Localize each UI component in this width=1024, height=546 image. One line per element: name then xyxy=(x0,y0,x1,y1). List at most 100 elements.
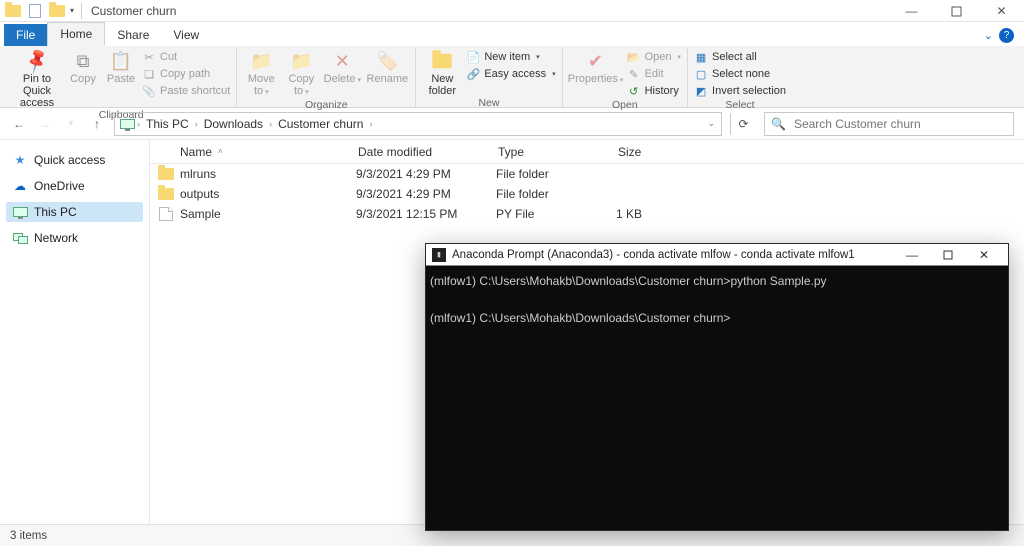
sidebar-item-label: OneDrive xyxy=(34,179,85,193)
copy-button[interactable]: ⧉ Copy xyxy=(66,48,100,85)
refresh-button[interactable]: ⟳ xyxy=(730,113,756,135)
ribbon-collapse-chevron-icon[interactable]: ⌄ xyxy=(984,29,993,42)
chevron-right-icon[interactable]: › xyxy=(135,119,142,129)
group-organize: 📁 Move to▾ 📁 Copy to▾ ✕ Delete▾ 🏷️ Renam… xyxy=(237,48,416,107)
search-icon: 🔍 xyxy=(771,117,786,131)
tab-view[interactable]: View xyxy=(161,24,211,46)
help-icon[interactable]: ? xyxy=(999,28,1014,43)
sidebar-item-network[interactable]: Network xyxy=(6,228,143,248)
copy-to-button[interactable]: 📁 Copy to▾ xyxy=(283,48,319,99)
copy-to-label: Copy to xyxy=(288,73,314,97)
copy-to-icon: 📁 xyxy=(289,50,313,72)
breadcrumb-history-chevron-icon[interactable]: ⌄ xyxy=(701,118,721,129)
console-close-button[interactable]: ✕ xyxy=(966,245,1002,265)
console-minimize-button[interactable]: — xyxy=(894,245,930,265)
console-window-title: Anaconda Prompt (Anaconda3) - conda acti… xyxy=(452,249,894,261)
close-button[interactable]: ✕ xyxy=(979,0,1024,22)
ribbon: 📌 Pin to Quick access ⧉ Copy 📋 Paste ✂Cu… xyxy=(0,46,1024,108)
address-row: ← → ▾ ↑ › This PC › Downloads › Customer… xyxy=(0,108,1024,140)
properties-button[interactable]: ✔ Properties▾ xyxy=(569,48,623,87)
history-icon: ↺ xyxy=(627,84,641,98)
properties-icon: ✔ xyxy=(584,50,608,72)
python-file-icon xyxy=(158,207,174,221)
delete-button[interactable]: ✕ Delete▾ xyxy=(323,48,361,87)
cloud-icon: ☁ xyxy=(12,179,28,193)
qat-customize-chevron-icon[interactable]: ▾ xyxy=(70,6,74,15)
group-clipboard: 📌 Pin to Quick access ⧉ Copy 📋 Paste ✂Cu… xyxy=(6,48,237,107)
breadcrumb-this-pc[interactable]: This PC xyxy=(142,117,193,131)
file-date: 9/3/2021 4:29 PM xyxy=(356,167,496,181)
move-to-label: Move to xyxy=(248,73,275,97)
chevron-right-icon[interactable]: › xyxy=(267,119,274,129)
rename-button[interactable]: 🏷️ Rename xyxy=(365,48,409,85)
rename-icon: 🏷️ xyxy=(375,50,399,72)
new-item-button[interactable]: 📄New item▾ xyxy=(466,49,555,65)
open-icon: 📂 xyxy=(627,50,641,64)
history-label: History xyxy=(645,85,679,97)
invert-selection-button[interactable]: ◩Invert selection xyxy=(694,83,786,99)
search-field[interactable] xyxy=(792,116,1007,132)
file-row[interactable]: mlruns 9/3/2021 4:29 PM File folder xyxy=(150,164,1024,184)
cut-button[interactable]: ✂Cut xyxy=(142,49,230,65)
breadcrumb-downloads[interactable]: Downloads xyxy=(200,117,267,131)
column-headers: Name ˄ Date modified Type Size xyxy=(150,140,1024,164)
breadcrumb[interactable]: › This PC › Downloads › Customer churn ›… xyxy=(114,112,722,136)
file-size: 1 KB xyxy=(616,207,706,221)
paste-shortcut-button[interactable]: 📎Paste shortcut xyxy=(142,83,230,99)
group-new: New folder 📄New item▾ 🔗Easy access▾ New xyxy=(416,48,562,107)
network-icon xyxy=(12,231,28,245)
file-row[interactable]: outputs 9/3/2021 4:29 PM File folder xyxy=(150,184,1024,204)
search-input[interactable]: 🔍 xyxy=(764,112,1014,136)
paste-button[interactable]: 📋 Paste xyxy=(104,48,138,85)
sidebar-item-this-pc[interactable]: This PC xyxy=(6,202,143,222)
group-open-label: Open xyxy=(569,99,681,112)
console-window[interactable]: ▮ Anaconda Prompt (Anaconda3) - conda ac… xyxy=(425,243,1009,531)
chevron-right-icon[interactable]: › xyxy=(193,119,200,129)
file-row[interactable]: Sample 9/3/2021 12:15 PM PY File 1 KB xyxy=(150,204,1024,224)
separator xyxy=(81,3,82,19)
sidebar-item-onedrive[interactable]: ☁ OneDrive xyxy=(6,176,143,196)
copy-path-label: Copy path xyxy=(160,68,210,80)
select-none-button[interactable]: ▢Select none xyxy=(694,66,786,82)
breadcrumb-customer-churn[interactable]: Customer churn xyxy=(274,117,367,131)
column-header-type[interactable]: Type xyxy=(490,145,610,159)
tab-home[interactable]: Home xyxy=(47,22,105,46)
console-titlebar[interactable]: ▮ Anaconda Prompt (Anaconda3) - conda ac… xyxy=(426,244,1008,266)
properties-label: Properties xyxy=(568,73,618,85)
minimize-button[interactable]: — xyxy=(889,0,934,22)
sidebar-item-quick-access[interactable]: ★ Quick access xyxy=(6,150,143,170)
file-name: mlruns xyxy=(180,167,356,181)
group-organize-label: Organize xyxy=(243,99,409,112)
tab-share[interactable]: Share xyxy=(105,24,161,46)
console-maximize-button[interactable] xyxy=(930,245,966,265)
invert-selection-label: Invert selection xyxy=(712,85,786,97)
group-select: ▦Select all ▢Select none ◩Invert selecti… xyxy=(688,48,792,107)
monitor-icon xyxy=(12,205,28,219)
new-folder-button[interactable]: New folder xyxy=(422,48,462,97)
file-date: 9/3/2021 4:29 PM xyxy=(356,187,496,201)
nav-forward-button[interactable]: → xyxy=(36,115,54,133)
move-to-button[interactable]: 📁 Move to▾ xyxy=(243,48,279,99)
tab-file[interactable]: File xyxy=(4,24,47,46)
easy-access-button[interactable]: 🔗Easy access▾ xyxy=(466,66,555,82)
easy-access-icon: 🔗 xyxy=(466,67,480,81)
column-header-size[interactable]: Size xyxy=(610,145,700,159)
sidebar-item-label: This PC xyxy=(34,205,77,219)
select-all-button[interactable]: ▦Select all xyxy=(694,49,786,65)
console-line: (mlfow1) C:\Users\Mohakb\Downloads\Custo… xyxy=(430,274,827,288)
column-header-label: Name xyxy=(180,145,212,159)
copy-path-button[interactable]: ❏Copy path xyxy=(142,66,230,82)
column-header-date[interactable]: Date modified xyxy=(350,145,490,159)
nav-up-button[interactable]: ↑ xyxy=(88,115,106,133)
open-button[interactable]: 📂Open▾ xyxy=(627,49,681,65)
select-none-icon: ▢ xyxy=(694,67,708,81)
edit-button[interactable]: ✎Edit xyxy=(627,66,681,82)
pin-to-quick-access-button[interactable]: 📌 Pin to Quick access xyxy=(12,48,62,109)
chevron-right-icon[interactable]: › xyxy=(367,119,374,129)
maximize-button[interactable] xyxy=(934,0,979,22)
nav-recent-chevron-icon[interactable]: ▾ xyxy=(62,115,80,133)
column-header-name[interactable]: Name ˄ xyxy=(150,145,350,159)
console-output[interactable]: (mlfow1) C:\Users\Mohakb\Downloads\Custo… xyxy=(426,266,1008,530)
nav-back-button[interactable]: ← xyxy=(10,115,28,133)
history-button[interactable]: ↺ History xyxy=(627,83,681,99)
